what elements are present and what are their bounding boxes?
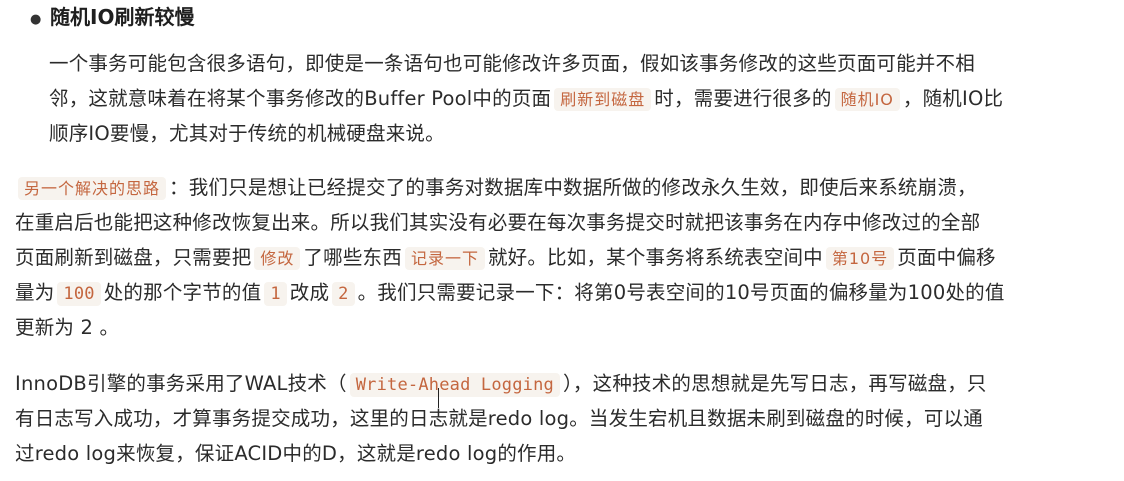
text-line: 邻，这就意味着在将某个事务修改的Buffer Pool中的页面 刷新到磁盘 时，需要… bbox=[49, 87, 1004, 111]
inline-code: 刷新到磁盘 bbox=[554, 88, 652, 111]
text-line: 一个事务可能包含很多语句，即使是一条语句也可能修改许多页面，假如该事务修改的这些… bbox=[49, 52, 975, 75]
inline-code: 2 bbox=[332, 282, 355, 306]
section-heading: 随机IO刷新较慢 bbox=[50, 5, 195, 29]
paragraph-solution: 另一个解决的思路 ：我们只是想让已经提交了的事务对数据库中数据所做的修改永久生效，… bbox=[15, 170, 1115, 345]
text-line: InnoDB引擎的事务采用了WAL技术（ Write-Ahead Logging）… bbox=[15, 372, 987, 397]
inline-code: 第10号 bbox=[825, 247, 895, 270]
text-line: 更新为 2 。 bbox=[15, 316, 120, 339]
inline-code: 记录一下 bbox=[404, 247, 485, 270]
inline-code: 1 bbox=[264, 282, 287, 306]
inline-code: 100 bbox=[57, 282, 101, 306]
inline-code: 随机IO bbox=[834, 88, 900, 111]
text-line: 量为 100 处的那个字节的值 1 改成 2 。我们只需要记录一下：将第0号表空间的10号页… bbox=[15, 281, 1005, 306]
bullet-icon: ● bbox=[30, 12, 42, 27]
document-page: ● 随机IO刷新较慢 一个事务可能包含很多语句，即使是一条语句也可能修改许多页面… bbox=[0, 0, 1124, 481]
inline-code: 另一个解决的思路 bbox=[18, 177, 167, 200]
inline-code: 修改 bbox=[254, 247, 301, 270]
paragraph-random-io: 一个事务可能包含很多语句，即使是一条语句也可能修改许多页面，假如该事务修改的这些… bbox=[49, 46, 1109, 151]
text-line: 过redo log来恢复，保证ACID中的D，这就是redo log的作用。 bbox=[15, 442, 577, 465]
text-line: 有日志写入成功，才算事务提交成功，这里的日志就是redo log。当发生宕机且数… bbox=[15, 407, 983, 430]
text-line: 页面刷新到磁盘，只需要把 修改 了哪些东西 记录一下 就好。比如，某个事务将系统表空间中… bbox=[15, 246, 996, 270]
text-line: 顺序IO要慢，尤其对于传统的机械硬盘来说。 bbox=[49, 122, 445, 145]
text-line: 在重启后也能把这种修改恢复出来。所以我们其实没有必要在每次事务提交时就把该事务在… bbox=[15, 211, 981, 234]
text-cursor bbox=[438, 388, 439, 408]
inline-code: Write-Ahead Logging bbox=[349, 373, 560, 397]
paragraph-wal: InnoDB引擎的事务采用了WAL技术（ Write-Ahead Logging）… bbox=[15, 366, 1115, 471]
text-line: 另一个解决的思路 ：我们只是想让已经提交了的事务对数据库中数据所做的修改永久生效，… bbox=[15, 170, 1115, 205]
